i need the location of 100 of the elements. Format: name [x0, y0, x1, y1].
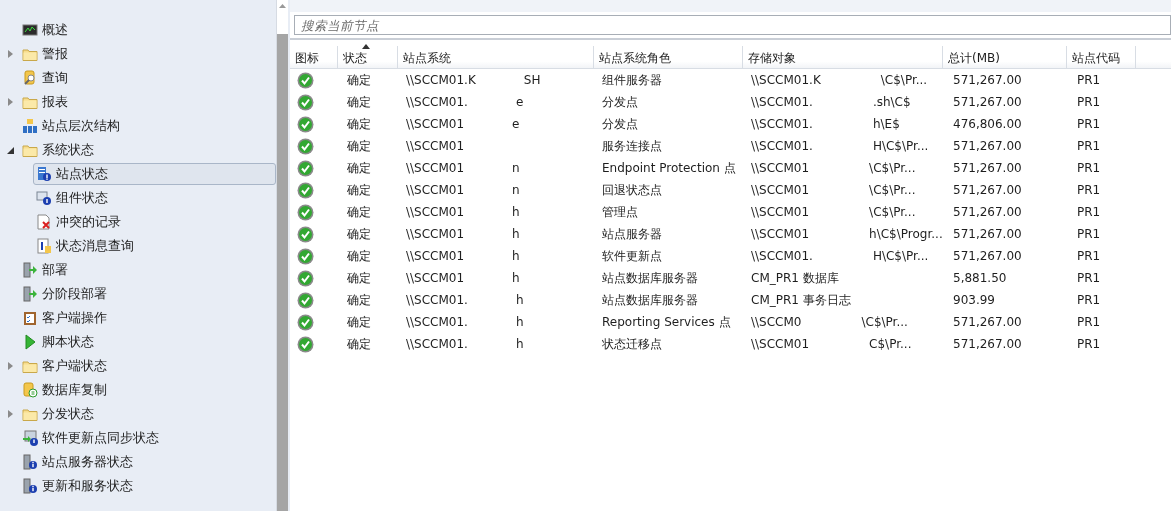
table-cell: h\E$: [872, 117, 900, 131]
expand-arrow-icon[interactable]: [7, 410, 13, 418]
check-icon: [297, 269, 314, 287]
column-header[interactable]: 图标: [290, 46, 338, 68]
tree-item[interactable]: 站点服务器状态: [19, 451, 138, 473]
column-header[interactable]: 站点代码: [1067, 46, 1136, 68]
table-cell: 确定: [347, 71, 371, 89]
table-cell: 571,267.00: [953, 337, 1022, 351]
table-cell: \\SCCM01: [406, 161, 465, 175]
tree-item[interactable]: 概述: [19, 19, 73, 41]
tree-item[interactable]: 客户端状态: [19, 355, 112, 377]
table-cell: h\C$\Progr...: [869, 227, 943, 241]
table-cell: \\SCCM01.: [751, 95, 813, 109]
table-cell: 确定: [347, 137, 371, 155]
column-header[interactable]: 状态: [338, 46, 398, 68]
check-icon: [297, 137, 314, 155]
table-cell: 管理点: [602, 203, 638, 221]
table-cell: \\SCCM01: [406, 205, 465, 219]
expand-arrow-icon[interactable]: [7, 98, 13, 106]
collapse-arrow-icon[interactable]: [6, 146, 14, 154]
table-cell: 571,267.00: [953, 227, 1022, 241]
table-cell: 组件服务器: [602, 71, 662, 89]
scroll-up-arrow-icon[interactable]: [279, 4, 286, 8]
component-alert-icon: [36, 190, 52, 206]
table-cell: PR1: [1077, 337, 1101, 351]
table-cell: CM_PR1 事务日志: [751, 291, 851, 309]
tree-item[interactable]: 报表: [19, 91, 73, 113]
tree-item[interactable]: 更新和服务状态: [19, 475, 138, 497]
expand-arrow-icon[interactable]: [7, 362, 13, 370]
play-icon: [22, 334, 38, 350]
table-cell: 确定: [347, 269, 371, 287]
column-header[interactable]: 存储对象: [743, 46, 943, 68]
search-field[interactable]: 搜索当前节点: [294, 15, 1171, 35]
table-cell: SH: [523, 73, 541, 87]
check-icon: [297, 181, 314, 199]
tree-item[interactable]: 系统状态: [19, 139, 99, 161]
check-icon: [297, 115, 314, 133]
tree-item[interactable]: 分阶段部署: [19, 283, 112, 305]
table-cell: 确定: [347, 93, 371, 111]
table-cell: \\SCCM01: [751, 227, 810, 241]
table-cell: \C$\Pr...: [880, 73, 928, 87]
table-cell: 软件更新点: [602, 247, 662, 265]
tree-item[interactable]: 数据库复制: [19, 379, 112, 401]
table-cell: H\C$\Pr...: [872, 249, 929, 263]
table-cell: 571,267.00: [953, 183, 1022, 197]
table-cell: \\SCCM01: [406, 227, 465, 241]
magnifier-document-icon: [22, 70, 38, 86]
table-cell: PR1: [1077, 95, 1101, 109]
table-cell: \\SCCM01: [751, 183, 810, 197]
table-cell: h: [515, 315, 524, 329]
table-cell: 状态迁移点: [602, 335, 662, 353]
server-info-icon: [22, 478, 38, 494]
table-cell: \C$\Pr...: [869, 205, 916, 219]
table-cell: Endpoint Protection 点: [602, 159, 736, 177]
table-cell: \\SCCM01: [751, 337, 810, 351]
table-cell: n: [512, 183, 520, 197]
tree-item[interactable]: 状态消息查询: [33, 235, 139, 257]
table-cell: 确定: [347, 159, 371, 177]
column-header[interactable]: 总计(MB): [943, 46, 1067, 68]
tree-item[interactable]: 查询: [19, 67, 73, 89]
clipboard-icon: [22, 310, 38, 326]
table-cell: \\SCCM01: [751, 161, 810, 175]
table-cell: 确定: [347, 203, 371, 221]
tree-item[interactable]: 站点层次结构: [19, 115, 125, 137]
tree-item[interactable]: 部署: [19, 259, 73, 281]
tree-item[interactable]: 冲突的记录: [33, 211, 126, 233]
tree-item[interactable]: 客户端操作: [19, 307, 112, 329]
table-cell: \\SCCM01: [406, 117, 465, 131]
check-icon: [297, 225, 314, 243]
table-cell: 571,267.00: [953, 249, 1022, 263]
table-cell: 确定: [347, 313, 371, 331]
server-alert-icon: [36, 166, 52, 182]
column-header[interactable]: 站点系统: [398, 46, 594, 68]
tree-item[interactable]: 脚本状态: [19, 331, 99, 353]
table-cell: \\SCCM01.K: [406, 73, 476, 87]
table-cell: PR1: [1077, 315, 1101, 329]
table-cell: PR1: [1077, 73, 1101, 87]
table-cell: 确定: [347, 181, 371, 199]
table-cell: 903.99: [953, 293, 995, 307]
table-cell: 确定: [347, 115, 371, 133]
table-cell: h: [512, 249, 520, 263]
tree-item[interactable]: 站点状态: [33, 163, 276, 185]
column-header[interactable]: 站点系统角色: [594, 46, 743, 68]
table-cell: h: [515, 293, 524, 307]
tree-item[interactable]: 软件更新点同步状态: [19, 427, 164, 449]
table-cell: 分发点: [602, 93, 638, 111]
table-cell: 确定: [347, 225, 371, 243]
table-cell: 确定: [347, 291, 371, 309]
check-icon: [297, 159, 314, 177]
table-cell: .sh\C$: [872, 95, 911, 109]
tree-item[interactable]: 警报: [19, 43, 73, 65]
server-sync-icon: [22, 430, 38, 446]
table-cell: n: [512, 161, 520, 175]
table-cell: PR1: [1077, 161, 1101, 175]
info-document-icon: [36, 238, 52, 254]
expand-arrow-icon[interactable]: [7, 50, 13, 58]
tree-item[interactable]: 分发状态: [19, 403, 99, 425]
tree-item[interactable]: 组件状态: [33, 187, 113, 209]
table-cell: \\SCCM01: [406, 139, 465, 153]
scrollbar[interactable]: [276, 0, 288, 511]
